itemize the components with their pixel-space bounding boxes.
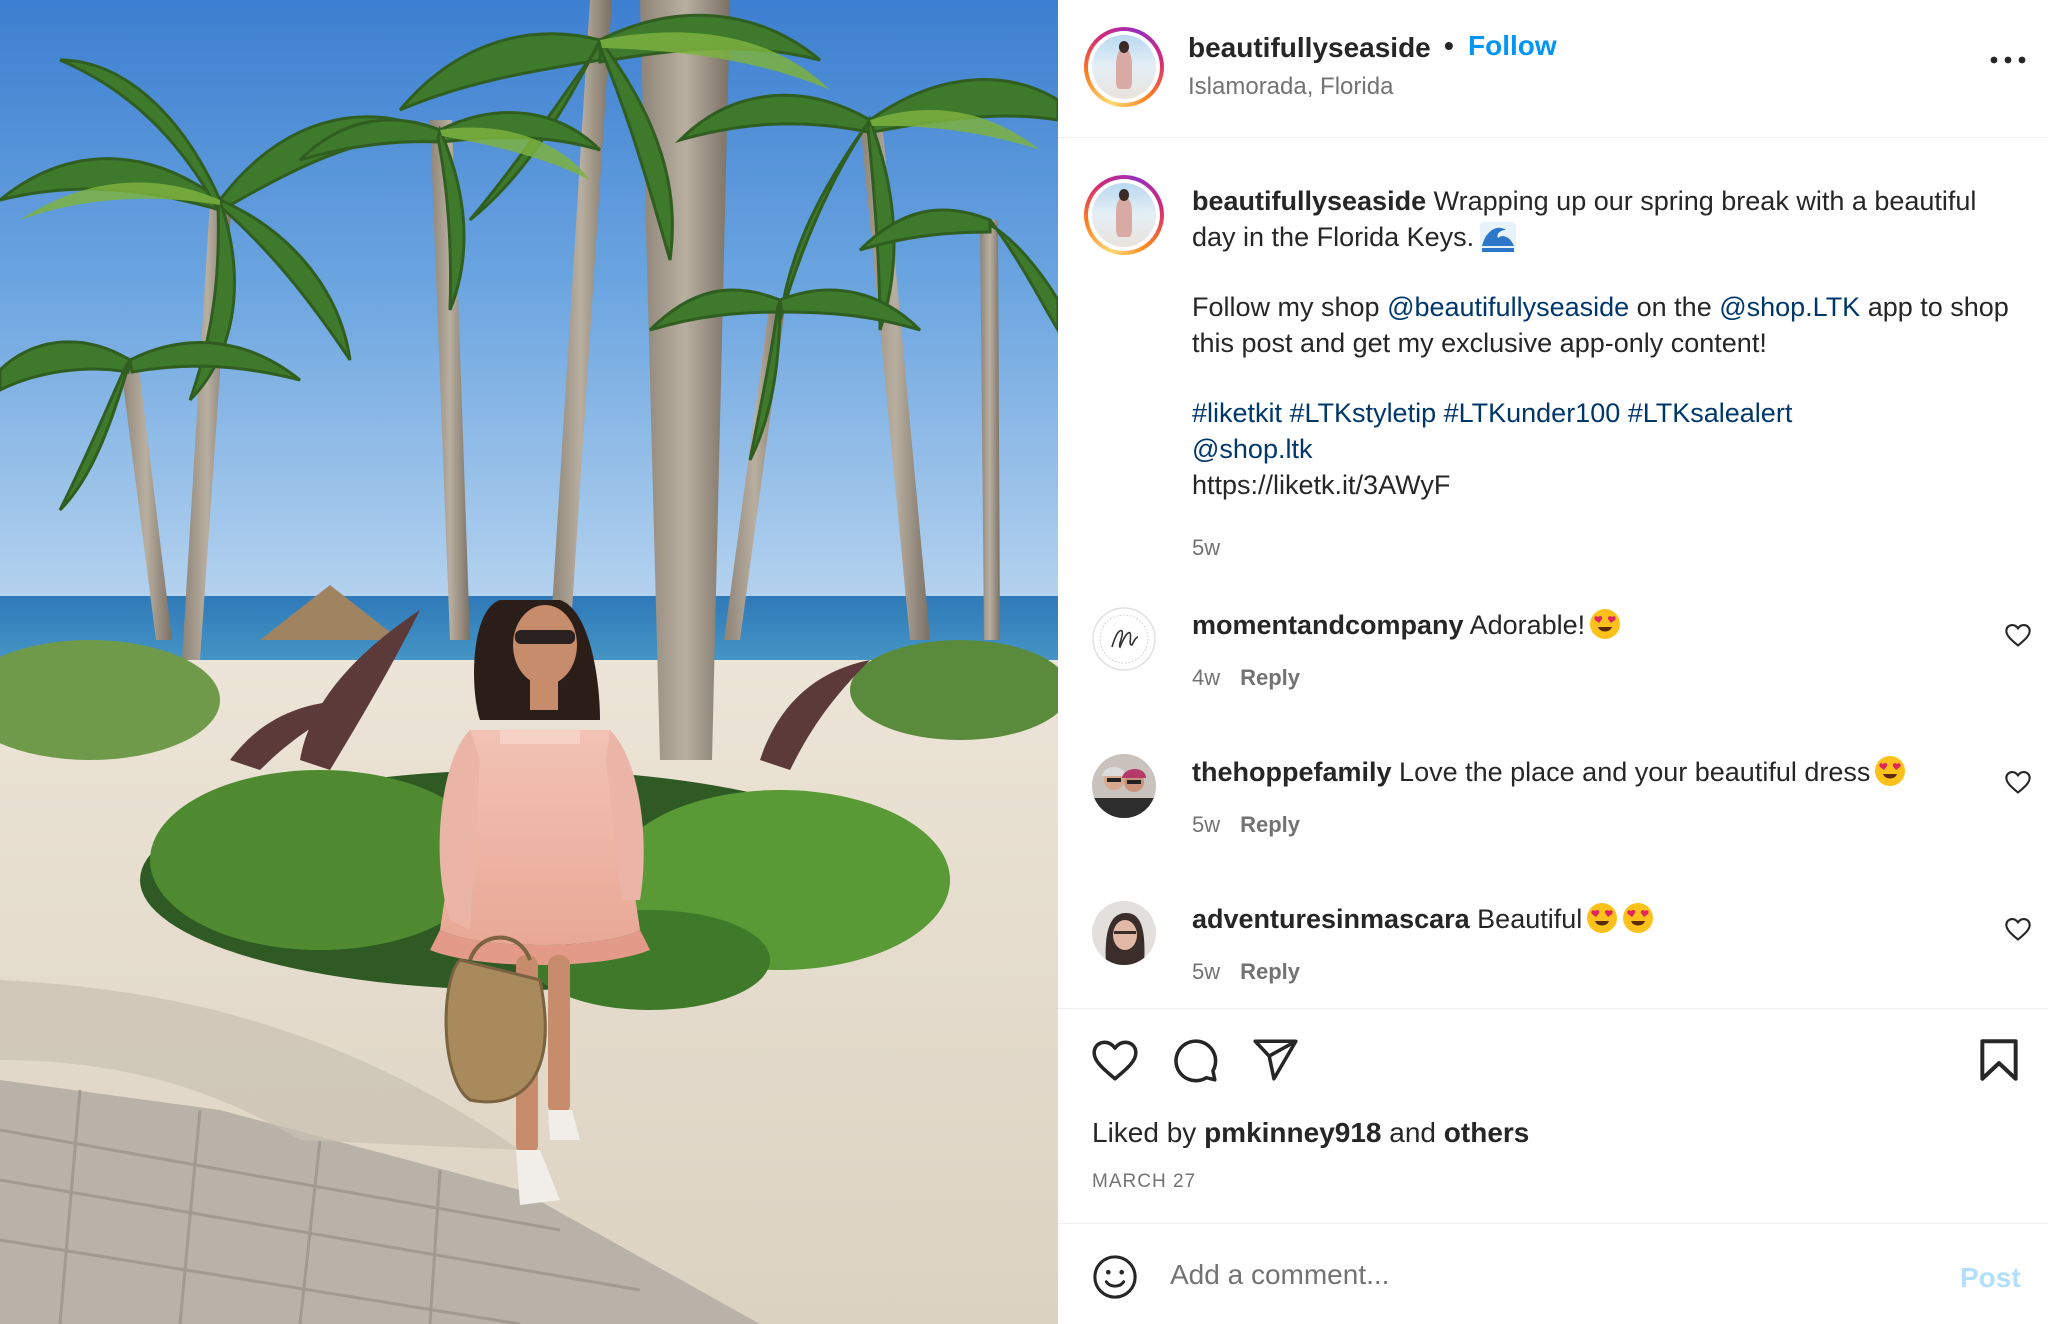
comment-item: adventuresinmascara Beautiful 5w Reply bbox=[1058, 895, 2048, 1005]
like-comment-heart-icon[interactable] bbox=[2004, 768, 2032, 796]
comments-list[interactable]: beautifullyseaside Wrapping up our sprin… bbox=[1058, 139, 2048, 1007]
more-horizontal-icon[interactable] bbox=[1988, 50, 2028, 70]
comment-bubble-icon[interactable] bbox=[1170, 1035, 1220, 1085]
like-comment-heart-icon[interactable] bbox=[2004, 621, 2032, 649]
caption-url: https://liketk.it/3AWyF bbox=[1192, 470, 1451, 500]
reply-button[interactable]: Reply bbox=[1240, 959, 1300, 984]
post-details-panel: beautifullyseaside • Follow Islamorada, … bbox=[1058, 0, 2048, 1324]
comment-item: momentandcompany Adorable! 4w Reply bbox=[1058, 601, 2048, 711]
caption-line2-b: on the bbox=[1629, 292, 1720, 322]
mention-beautifullyseaside[interactable]: @beautifullyseaside bbox=[1387, 292, 1629, 322]
liked-by-others[interactable]: others bbox=[1444, 1117, 1530, 1148]
comment-text: Love the place and your beautiful dress bbox=[1399, 757, 1871, 787]
share-paper-plane-icon[interactable] bbox=[1250, 1035, 1300, 1085]
liked-mid: and bbox=[1381, 1117, 1444, 1148]
heart-eyes-emoji-icon bbox=[1590, 609, 1621, 639]
caption-username[interactable]: beautifullyseaside bbox=[1192, 186, 1426, 216]
commenter-avatar[interactable] bbox=[1092, 901, 1156, 965]
commenter-avatar[interactable] bbox=[1092, 607, 1156, 671]
beach-palm-photo bbox=[0, 0, 1058, 1324]
comment-timestamp[interactable]: 5w bbox=[1192, 812, 1220, 837]
comment-text: Beautiful bbox=[1477, 904, 1583, 934]
caption-timestamp[interactable]: 5w bbox=[1192, 535, 1220, 561]
reply-button[interactable]: Reply bbox=[1240, 812, 1300, 837]
wave-emoji-icon bbox=[1480, 222, 1517, 252]
heart-eyes-emoji-icon bbox=[1875, 756, 1906, 786]
mention-shop-ltk-2[interactable]: @shop.ltk bbox=[1192, 434, 1312, 464]
commenter-username[interactable]: adventuresinmascara bbox=[1192, 904, 1470, 934]
reply-button[interactable]: Reply bbox=[1240, 665, 1300, 690]
liked-by-user[interactable]: pmkinney918 bbox=[1204, 1117, 1381, 1148]
post-date[interactable]: MARCH 27 bbox=[1092, 1171, 1196, 1193]
post-comment-button[interactable]: Post bbox=[1960, 1262, 2021, 1294]
author-username[interactable]: beautifullyseaside bbox=[1188, 32, 1431, 64]
header-separator: • bbox=[1444, 30, 1454, 61]
commenter-username[interactable]: momentandcompany bbox=[1192, 610, 1464, 640]
commenter-username[interactable]: thehoppefamily bbox=[1192, 757, 1392, 787]
add-comment-input[interactable] bbox=[1170, 1250, 1870, 1300]
heart-eyes-emoji-icon bbox=[1623, 903, 1654, 933]
post-actions: Liked by pmkinney918 and others MARCH 27 bbox=[1058, 1008, 2048, 1222]
comment-timestamp[interactable]: 5w bbox=[1192, 959, 1220, 984]
likes-summary: Liked by pmkinney918 and others bbox=[1092, 1117, 1529, 1149]
commenter-avatar[interactable] bbox=[1092, 754, 1156, 818]
comment-timestamp[interactable]: 4w bbox=[1192, 665, 1220, 690]
comment-text: Adorable! bbox=[1469, 610, 1586, 640]
emoji-smiley-icon[interactable] bbox=[1092, 1254, 1138, 1300]
caption-avatar[interactable] bbox=[1084, 175, 1164, 255]
heart-eyes-emoji-icon bbox=[1587, 903, 1618, 933]
like-heart-icon[interactable] bbox=[1090, 1035, 1140, 1085]
caption-text: beautifullyseaside Wrapping up our sprin… bbox=[1192, 183, 2012, 503]
caption-hashtags[interactable]: #liketkit #LTKstyletip #LTKunder100 #LTK… bbox=[1192, 398, 1792, 428]
liked-prefix: Liked by bbox=[1092, 1117, 1205, 1148]
add-comment-bar: Post bbox=[1058, 1223, 2048, 1324]
post-location[interactable]: Islamorada, Florida bbox=[1188, 73, 1393, 101]
post-header: beautifullyseaside • Follow Islamorada, … bbox=[1058, 0, 2048, 138]
follow-button[interactable]: Follow bbox=[1468, 30, 1557, 62]
mention-shop-ltk[interactable]: @shop.LTK bbox=[1719, 292, 1860, 322]
comment-item: thehoppefamily Love the place and your b… bbox=[1058, 748, 2048, 858]
post-photo[interactable] bbox=[0, 0, 1058, 1324]
like-comment-heart-icon[interactable] bbox=[2004, 915, 2032, 943]
caption-line2-a: Follow my shop bbox=[1192, 292, 1388, 322]
author-avatar[interactable] bbox=[1084, 27, 1164, 107]
save-bookmark-icon[interactable] bbox=[1974, 1035, 2024, 1085]
